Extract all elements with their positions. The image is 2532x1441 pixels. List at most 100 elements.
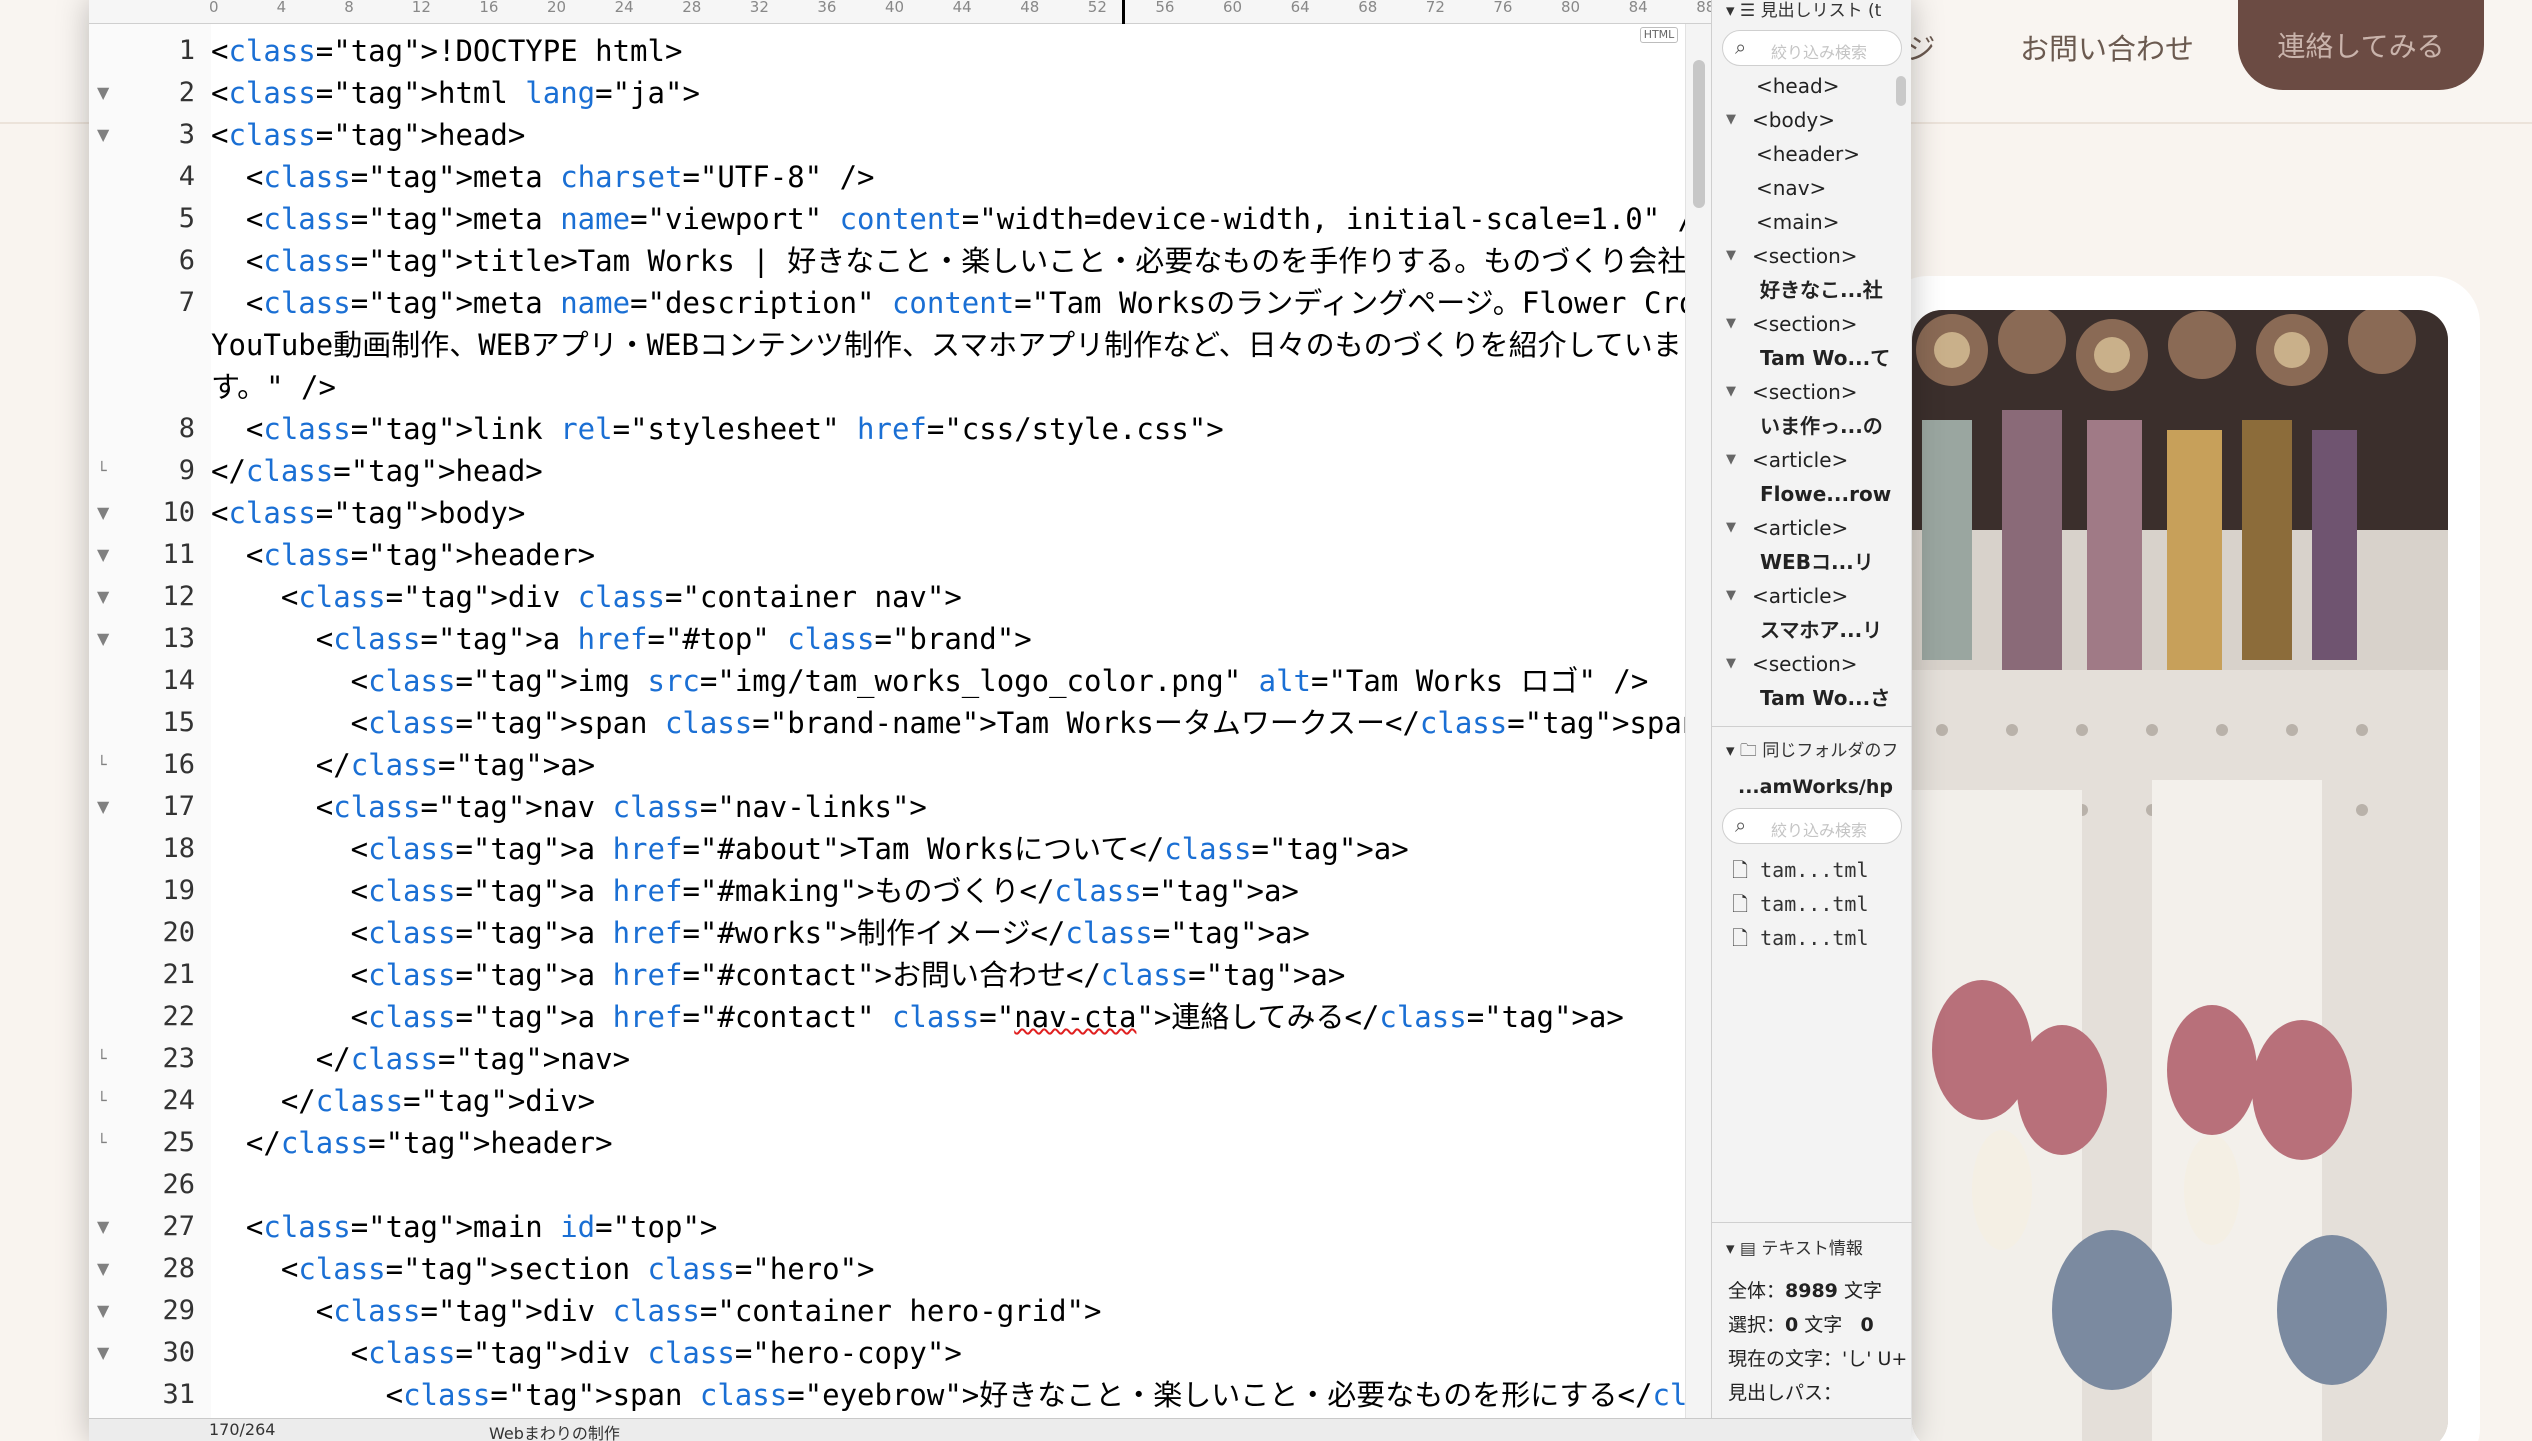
file-list-item[interactable]: 🗋 tam...tml	[1732, 924, 1869, 958]
ruler-tick: 48	[1020, 0, 1040, 16]
fold-toggle-icon	[97, 282, 117, 324]
code-line[interactable]: <class="tag">span class="eyebrow">好きなこと・…	[211, 1374, 1731, 1416]
code-line[interactable]: <class="tag">nav class="nav-links">	[211, 786, 927, 828]
file-list-item[interactable]: 🗋 tam...tml	[1732, 890, 1869, 924]
fold-toggle-icon[interactable]: ▼	[97, 1290, 117, 1332]
code-line[interactable]: <class="tag">span class="brand-name">Tam…	[211, 702, 1717, 744]
code-line[interactable]: <class="tag">link rel="stylesheet" href=…	[211, 408, 1224, 450]
text-info-header[interactable]: ▾ ▤ テキスト情報	[1726, 1234, 1863, 1259]
code-line[interactable]: <class="tag">section class="hero">	[211, 1248, 875, 1290]
divider	[1712, 1222, 1912, 1223]
code-line[interactable]: </class="tag">nav>	[211, 1038, 630, 1080]
vertical-scrollbar[interactable]	[1685, 24, 1711, 1418]
code-line[interactable]: <class="tag">a href="#contact">お問い合わせ</c…	[211, 954, 1346, 996]
ruler-tick: 84	[1628, 0, 1648, 16]
ruler-tick: 64	[1290, 0, 1310, 16]
code-line[interactable]: <class="tag">div class="container nav">	[211, 576, 962, 618]
outline-tag-label: <section>	[1752, 380, 1858, 404]
code-line[interactable]: <class="tag">!DOCTYPE html>	[211, 30, 682, 72]
fold-toggle-icon	[97, 198, 117, 240]
code-line[interactable]: <class="tag">div class="hero-copy">	[211, 1332, 962, 1374]
code-line[interactable]: <class="tag">meta name="viewport" conten…	[211, 198, 1713, 240]
code-editor-window: 0 4 8 12 16 20 24 28 32 36 40 44 48 52 56 60 64 68 72 76 80 8…	[89, 0, 1912, 1441]
fold-toggle-icon[interactable]: ▼	[97, 72, 117, 114]
fold-toggle-icon: └	[97, 1133, 107, 1152]
scrollbar-thumb[interactable]	[1693, 60, 1705, 208]
fold-toggle-icon[interactable]: ▼	[97, 1332, 117, 1374]
search-icon: ⌕	[1735, 35, 1747, 59]
fold-toggle-icon	[97, 1164, 117, 1206]
code-line[interactable]: <class="tag">head>	[211, 114, 525, 156]
line-number-gutter: 1 2 ▼ 3 ▼ 4 5 6 7 8 9 └ 10 ▼ 11 ▼ 12 ▼ 13 ▼ 14 15 16 └ 17 ▼ 18 19 20…	[89, 24, 211, 1418]
ruler-tick: 16	[479, 0, 499, 16]
fold-toggle-icon: └	[97, 1091, 107, 1110]
code-line[interactable]: <class="tag">body>	[211, 492, 525, 534]
outline-scrollbar-thumb[interactable]	[1896, 76, 1906, 106]
disclosure-triangle-icon[interactable]: ▼	[1726, 446, 1736, 474]
code-line[interactable]: <class="tag">img src="img/tam_works_logo…	[211, 660, 1649, 702]
bg-contact-cta-button[interactable]: 連絡してみる	[2238, 0, 2484, 90]
code-line[interactable]: <class="tag">a href="#contact" class="na…	[211, 996, 1624, 1038]
current-char: 現在の文字：'し' U+	[1728, 1348, 1908, 1370]
disclosure-triangle-icon[interactable]: ▼	[1726, 310, 1736, 338]
code-line[interactable]: </class="tag">a>	[211, 744, 595, 786]
ruler-tick: 40	[885, 0, 905, 16]
document-icon: 🗋	[1732, 858, 1761, 882]
fold-toggle-icon[interactable]: ▼	[97, 492, 117, 534]
fold-toggle-icon[interactable]: ▼	[97, 576, 117, 618]
folder-path: ...amWorks/hp	[1738, 776, 1893, 798]
side-panel: ▾ ☰ 見出しリスト (t ⌕ 絞り込み検索 <head> ▼ <body> <hea…	[1711, 0, 1912, 1418]
ruler-tick: 24	[614, 0, 634, 16]
fold-toggle-icon[interactable]: ▼	[97, 534, 117, 576]
disclosure-triangle-icon[interactable]: ▼	[1726, 106, 1736, 134]
code-line[interactable]: <class="tag">a href="#making">ものづくり</cla…	[211, 870, 1299, 912]
outline-header[interactable]: ▾ ☰ 見出しリスト (t	[1726, 0, 1881, 21]
fold-toggle-icon[interactable]: ▼	[97, 618, 117, 660]
file-name: tam...tml	[1760, 926, 1869, 950]
fold-toggle-icon[interactable]: ▼	[97, 1248, 117, 1290]
outline-search-input[interactable]: ⌕ 絞り込み検索	[1722, 30, 1902, 66]
code-line[interactable]: <class="tag">header>	[211, 534, 595, 576]
outline-search-placeholder: 絞り込み検索	[1771, 43, 1868, 62]
code-line[interactable]: <class="tag">html lang="ja">	[211, 72, 700, 114]
fold-toggle-icon	[97, 660, 117, 702]
outline-heading-text: スマホア...リ	[1760, 618, 1883, 642]
disclosure-triangle-icon[interactable]: ▼	[1726, 582, 1736, 610]
code-line[interactable]: す。" />	[211, 366, 336, 408]
fold-toggle-icon[interactable]: ▼	[97, 786, 117, 828]
outline-tag-label: <body>	[1752, 108, 1835, 132]
code-line[interactable]: <class="tag">main id="top">	[211, 1206, 717, 1248]
code-line[interactable]: <class="tag">meta charset="UTF-8" />	[211, 156, 875, 198]
code-line[interactable]: <class="tag">div class="container hero-g…	[211, 1290, 1102, 1332]
disclosure-triangle-icon[interactable]: ▼	[1726, 514, 1736, 542]
code-line[interactable]: <class="tag">a href="#about">Tam Worksにつ…	[211, 828, 1409, 870]
file-list-item[interactable]: 🗋 tam...tml	[1732, 856, 1869, 890]
code-line[interactable]: <class="tag">a href="#works">制作イメージ</cla…	[211, 912, 1310, 954]
outline-heading-text: Tam Wo...て	[1760, 346, 1891, 370]
document-icon: 🗋	[1732, 892, 1761, 916]
outline-tag-label: <article>	[1752, 584, 1849, 608]
code-line[interactable]: </class="tag">div>	[211, 1080, 595, 1122]
code-line[interactable]: <class="tag">a href="#top" class="brand"…	[211, 618, 1032, 660]
fold-toggle-icon[interactable]: ▼	[97, 114, 117, 156]
folder-icon: ▾ 🗀	[1726, 741, 1763, 761]
code-line[interactable]: </class="tag">header>	[211, 1122, 613, 1164]
code-line[interactable]: </class="tag">head>	[211, 450, 543, 492]
ruler-tick: 8	[344, 0, 354, 16]
disclosure-triangle-icon[interactable]: ▼	[1726, 378, 1736, 406]
code-line[interactable]: <class="tag">meta name="description" con…	[211, 282, 1731, 324]
fold-toggle-icon: └	[97, 1049, 107, 1068]
code-text-area[interactable]: <class="tag">!DOCTYPE html> <class="tag">…	[211, 24, 1731, 1418]
code-line[interactable]: <class="tag">title>Tam Works | 好きなこと・楽しい…	[211, 240, 1731, 282]
cursor-position: 170/264	[209, 1420, 276, 1439]
bg-nav-link-contact[interactable]: お問い合わせ	[2020, 26, 2194, 68]
fold-toggle-icon	[97, 240, 117, 282]
fold-toggle-icon[interactable]: ▼	[97, 1206, 117, 1248]
file-search-input[interactable]: ⌕ 絞り込み検索	[1722, 808, 1902, 844]
info-icon: ▾ ▤	[1726, 1239, 1762, 1259]
disclosure-triangle-icon[interactable]: ▼	[1726, 242, 1736, 270]
code-line[interactable]: YouTube動画制作、WEBアプリ・WEBコンテンツ制作、スマホアプリ制作など…	[211, 324, 1682, 366]
ruler-tick: 36	[817, 0, 837, 16]
disclosure-triangle-icon[interactable]: ▼	[1726, 650, 1736, 678]
folder-header[interactable]: ▾ 🗀 同じフォルダのフ	[1726, 736, 1898, 767]
